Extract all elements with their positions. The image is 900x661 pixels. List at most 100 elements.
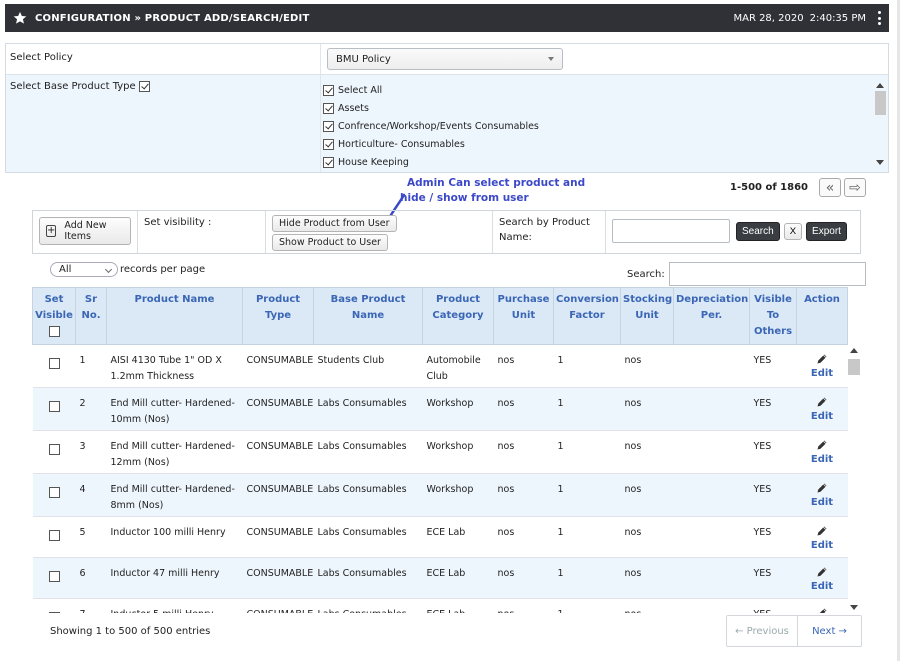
table-search: Search:	[627, 262, 866, 286]
conversion-cell: 1	[553, 473, 621, 517]
product-table-wrapper: Set Visible Sr No. Product Name Product …	[32, 287, 862, 613]
base-type-option[interactable]: Horticulture- Consumables	[323, 135, 539, 153]
records-per-page-select[interactable]: All	[50, 262, 118, 277]
edit-link[interactable]: Edit	[811, 497, 833, 508]
col-sr-no[interactable]: Sr No.	[75, 287, 107, 345]
col-base-product-name[interactable]: Base Product Name	[313, 287, 423, 345]
scroll-thumb[interactable]	[848, 359, 860, 375]
sr-no-cell: 4	[75, 473, 107, 517]
scroll-up-icon[interactable]	[876, 83, 884, 88]
checkbox[interactable]	[323, 156, 334, 168]
depreciation-cell	[673, 516, 750, 558]
row-visible-checkbox[interactable]	[48, 487, 60, 498]
edit-action-cell[interactable]: Edit	[796, 430, 848, 474]
product-table: Set Visible Sr No. Product Name Product …	[32, 287, 848, 613]
edit-link[interactable]: Edit	[811, 368, 833, 379]
show-product-button[interactable]: Show Product to User	[272, 234, 388, 251]
col-conversion-factor[interactable]: Conversion Factor	[553, 287, 621, 345]
checkbox[interactable]	[323, 120, 334, 132]
base-type-option[interactable]: Assets	[323, 99, 539, 117]
star-icon	[13, 11, 27, 24]
product-name-search-input[interactable]	[612, 219, 730, 243]
edit-action-cell[interactable]: Edit	[796, 344, 848, 388]
edit-action-cell[interactable]: Edit	[796, 387, 848, 431]
header-bar: CONFIGURATION » PRODUCT ADD/SEARCH/EDIT …	[5, 4, 889, 32]
chevron-down-icon	[104, 265, 113, 274]
sr-no-cell: 6	[75, 557, 107, 599]
add-new-items-button[interactable]: + Add New Items	[39, 217, 131, 245]
conversion-cell: 1	[553, 430, 621, 474]
double-chevron-left-icon: «	[825, 179, 835, 196]
col-product-name[interactable]: Product Name	[106, 287, 243, 345]
row-visible-checkbox[interactable]	[48, 444, 60, 455]
edit-action-cell[interactable]: Edit	[796, 473, 848, 517]
kebab-menu-icon[interactable]	[874, 11, 884, 25]
scroll-thumb[interactable]	[874, 91, 886, 115]
next-page-button[interactable]: ⇨	[844, 178, 866, 197]
col-depreciation[interactable]: Depreciation Per.	[673, 287, 750, 345]
row-visible-checkbox[interactable]	[48, 612, 60, 613]
row-visible-checkbox[interactable]	[48, 401, 60, 412]
base-product-cell: Labs Consumables	[313, 387, 423, 431]
row-visible-checkbox[interactable]	[48, 571, 60, 582]
header-time: 2:40:35 PM	[809, 12, 866, 24]
product-name-cell: Inductor 100 milli Henry	[106, 516, 243, 558]
col-product-type[interactable]: Product Type	[242, 287, 314, 345]
next-button[interactable]: Next →	[797, 616, 861, 646]
table-search-input[interactable]	[668, 262, 866, 286]
depreciation-cell	[673, 557, 750, 599]
edit-link[interactable]: Edit	[811, 540, 833, 551]
scroll-up-icon[interactable]	[850, 348, 858, 353]
clear-search-button[interactable]: X	[783, 222, 803, 240]
add-new-label: Add New Items	[64, 220, 107, 242]
hide-product-button[interactable]: Hide Product from User	[272, 215, 397, 232]
stocking-unit-cell: nos	[620, 516, 674, 558]
previous-button[interactable]: ← Previous	[727, 626, 797, 637]
row-visible-checkbox[interactable]	[48, 530, 60, 541]
base-type-label: Select Base Product Type	[10, 81, 136, 92]
base-type-option[interactable]: House Keeping	[323, 153, 539, 171]
row-visible-checkbox[interactable]	[48, 358, 60, 369]
depreciation-cell	[673, 387, 750, 431]
scroll-down-icon[interactable]	[876, 160, 884, 165]
table-row: 6 Inductor 47 milli Henry CONSUMABLE Labs C…	[32, 557, 848, 599]
set-visible-cell	[32, 516, 76, 558]
search-button[interactable]: Search	[736, 221, 780, 241]
product-name-cell: End Mill cutter- Hardened- 8mm (Nos)	[106, 473, 243, 517]
edit-link[interactable]: Edit	[811, 454, 833, 465]
purchase-unit-cell: nos	[493, 430, 554, 474]
pencil-icon	[817, 397, 827, 407]
col-stocking-unit[interactable]: Stocking Unit	[620, 287, 674, 345]
col-product-category[interactable]: Product Category	[422, 287, 494, 345]
base-type-option[interactable]: Confrence/Workshop/Events Consumables	[323, 117, 539, 135]
export-button[interactable]: Export	[806, 221, 847, 241]
base-type-scrollbar[interactable]	[874, 81, 886, 167]
edit-action-cell[interactable]: Edit	[796, 557, 848, 599]
checkbox[interactable]	[323, 84, 334, 96]
base-product-cell: Labs Consumables	[313, 516, 423, 558]
checkbox[interactable]	[323, 102, 334, 114]
edit-action-cell[interactable]: Edit	[796, 516, 848, 558]
base-product-cell: Labs Consumables	[313, 598, 423, 613]
edit-link[interactable]: Edit	[811, 411, 833, 422]
edit-link[interactable]: Edit	[811, 581, 833, 592]
product-type-cell: CONSUMABLE	[242, 473, 314, 517]
col-purchase-unit[interactable]: Purchase Unit	[493, 287, 554, 345]
policy-select[interactable]: BMU Policy	[327, 48, 563, 70]
base-product-cell: Students Club	[313, 344, 423, 388]
select-all-rows-checkbox[interactable]	[48, 325, 60, 337]
edit-action-cell[interactable]: Edit	[796, 598, 848, 613]
table-row: 3 End Mill cutter- Hardened- 12mm (Nos) CO…	[32, 430, 848, 474]
category-cell: Automobile Club	[422, 344, 494, 388]
annotation-line-2: hide / show from user	[400, 192, 529, 204]
prev-page-button[interactable]: «	[819, 178, 841, 197]
col-visible-to-others[interactable]: Visible To Others	[749, 287, 797, 345]
category-cell: ECE Lab	[422, 516, 494, 558]
pencil-icon	[817, 483, 827, 493]
scroll-down-icon[interactable]	[850, 605, 858, 610]
base-type-toggle-checkbox[interactable]	[138, 81, 150, 92]
checkbox[interactable]	[323, 138, 334, 150]
set-visible-cell	[32, 557, 76, 599]
table-scrollbar[interactable]	[847, 344, 861, 612]
base-type-option[interactable]: Select All	[323, 81, 539, 99]
